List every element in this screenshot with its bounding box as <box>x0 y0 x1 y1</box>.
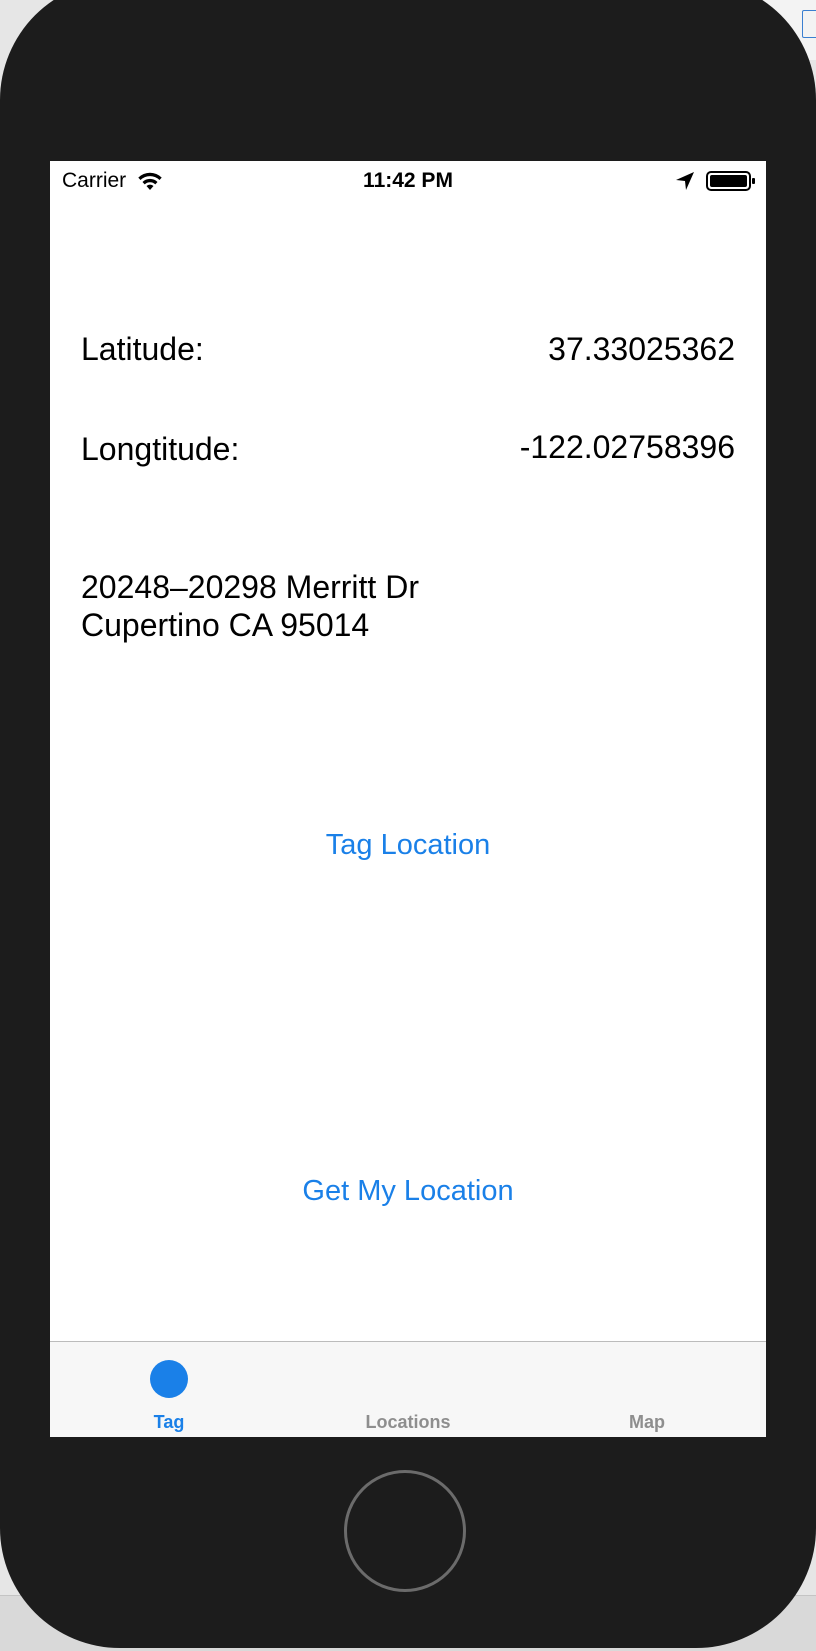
iphone-device-frame: Carrier 11:42 PM Latitude: 37.33025362 L… <box>0 0 816 1648</box>
tab-map[interactable]: Map <box>528 1342 766 1437</box>
location-arrow-icon <box>676 172 694 190</box>
tag-location-button[interactable]: Tag Location <box>50 829 766 862</box>
get-my-location-button[interactable]: Get My Location <box>50 1175 766 1208</box>
tab-map-label: Map <box>629 1412 665 1432</box>
address-line-1: 20248–20298 Merritt Dr <box>81 569 419 605</box>
address-label: 20248–20298 Merritt Dr Cupertino CA 9501… <box>81 568 419 644</box>
status-bar: Carrier 11:42 PM <box>50 161 766 201</box>
longitude-value: -122.02758396 <box>519 429 735 465</box>
tab-locations-label: Locations <box>365 1412 451 1432</box>
address-line-2: Cupertino CA 95014 <box>81 607 370 643</box>
tab-tag-label: Tag <box>153 1412 185 1432</box>
battery-icon <box>706 171 755 191</box>
tab-tag[interactable]: Tag <box>50 1342 288 1437</box>
latitude-label: Latitude: <box>81 331 204 367</box>
tag-tab-icon <box>150 1360 188 1398</box>
app-screen: Carrier 11:42 PM Latitude: 37.33025362 L… <box>50 161 766 1437</box>
status-time: 11:42 PM <box>363 169 453 192</box>
status-right-group <box>674 170 756 192</box>
window-control-icon <box>802 10 816 38</box>
tab-locations[interactable]: Locations <box>289 1342 527 1437</box>
tab-bar: Tag Locations Map <box>50 1341 766 1437</box>
longitude-label: Longtitude: <box>81 431 240 467</box>
home-button[interactable] <box>344 1470 466 1592</box>
latitude-value: 37.33025362 <box>548 331 735 367</box>
